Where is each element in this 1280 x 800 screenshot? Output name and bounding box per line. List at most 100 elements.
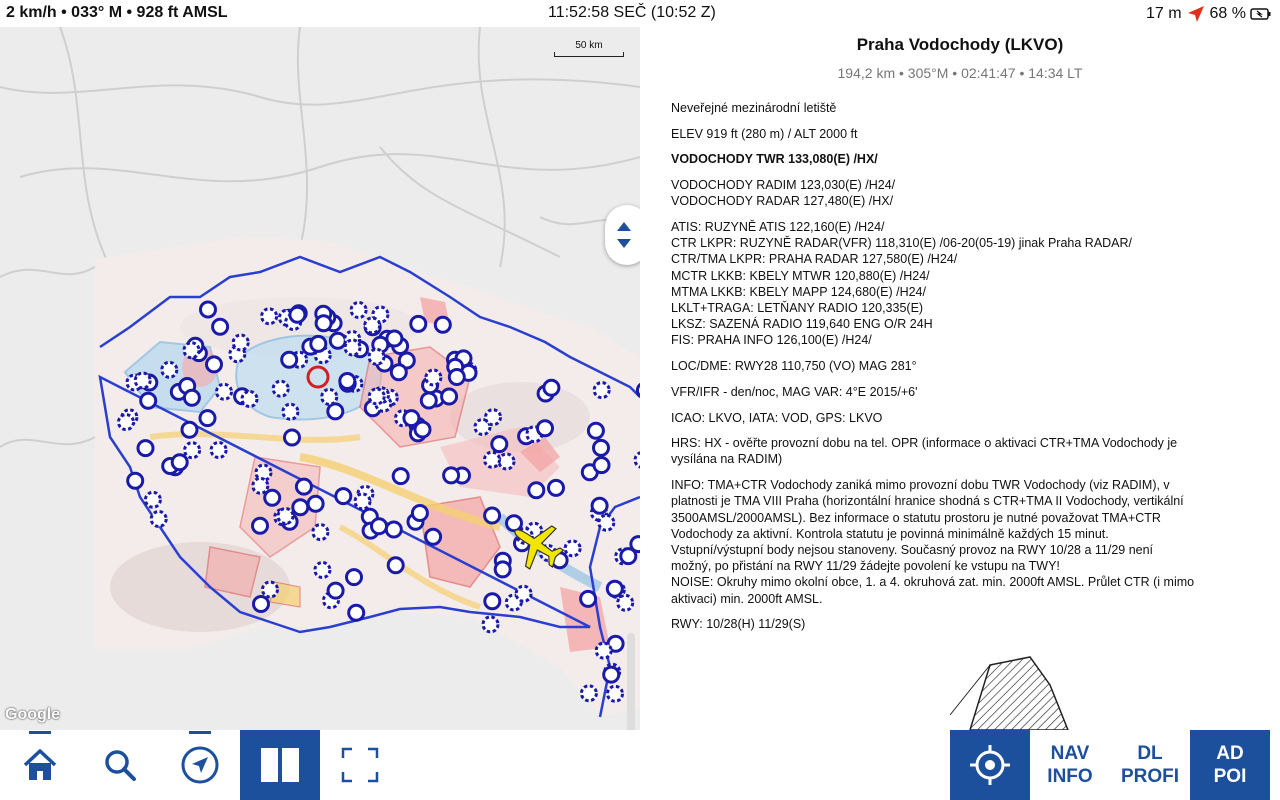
fullscreen-button[interactable] xyxy=(320,730,400,800)
poi-marker[interactable] xyxy=(590,496,609,515)
poi-marker[interactable] xyxy=(182,341,201,360)
poi-marker[interactable] xyxy=(328,331,347,350)
nav-info-button[interactable]: NAV INFO xyxy=(1030,730,1110,800)
poi-marker[interactable] xyxy=(481,615,500,634)
poi-marker[interactable] xyxy=(117,413,135,432)
poi-marker[interactable] xyxy=(326,581,345,600)
poi-marker[interactable] xyxy=(271,379,290,398)
poi-marker[interactable] xyxy=(606,684,624,703)
poi-marker[interactable] xyxy=(490,435,509,454)
poi-marker[interactable] xyxy=(283,428,301,447)
poi-marker[interactable] xyxy=(139,391,158,410)
poi-marker[interactable] xyxy=(547,478,565,497)
poi-marker[interactable] xyxy=(605,579,624,598)
poi-marker[interactable] xyxy=(447,368,466,386)
poi-marker[interactable] xyxy=(592,381,611,400)
poi-marker[interactable] xyxy=(602,665,621,684)
poi-marker[interactable] xyxy=(363,316,382,335)
poi-marker[interactable] xyxy=(386,556,405,575)
map-scrollbar[interactable] xyxy=(627,633,635,730)
poi-marker[interactable] xyxy=(326,402,345,421)
poi-marker[interactable] xyxy=(389,363,408,382)
toggle-panel-button[interactable] xyxy=(605,205,640,265)
poi-marker[interactable] xyxy=(294,477,313,496)
poi-marker[interactable] xyxy=(514,584,533,603)
map-view[interactable]: 50 km Google xyxy=(0,27,640,730)
poi-marker[interactable] xyxy=(579,589,598,608)
poi-marker[interactable] xyxy=(334,487,353,506)
poi-marker[interactable] xyxy=(170,453,189,472)
poi-marker[interactable] xyxy=(384,520,403,539)
dl-profi-button[interactable]: DL PROFI xyxy=(1110,730,1190,800)
poi-marker[interactable] xyxy=(252,595,270,613)
poi-marker[interactable] xyxy=(483,592,502,611)
poi-marker[interactable] xyxy=(592,438,610,457)
poi-marker[interactable] xyxy=(280,350,299,369)
poi-marker[interactable] xyxy=(183,441,202,460)
poi-marker[interactable] xyxy=(442,466,461,485)
home-button[interactable] xyxy=(0,730,80,800)
poi-marker[interactable] xyxy=(410,504,429,522)
poi-marker[interactable] xyxy=(349,301,368,319)
poi-marker[interactable] xyxy=(309,334,328,353)
poi-marker[interactable] xyxy=(260,307,279,326)
poi-marker[interactable] xyxy=(126,471,145,490)
poi-marker[interactable] xyxy=(320,387,339,406)
poi-marker[interactable] xyxy=(367,347,386,366)
poi-marker[interactable] xyxy=(536,419,554,438)
poi-marker[interactable] xyxy=(288,305,307,324)
poi-marker[interactable] xyxy=(586,421,605,440)
poi-marker[interactable] xyxy=(483,506,502,525)
poi-marker[interactable] xyxy=(592,456,611,475)
poi-marker[interactable] xyxy=(231,333,250,352)
poi-marker[interactable] xyxy=(579,684,598,703)
poi-marker[interactable] xyxy=(440,387,459,406)
poi-marker[interactable] xyxy=(306,494,325,513)
poi-marker[interactable] xyxy=(433,315,452,334)
poi-marker[interactable] xyxy=(424,527,443,546)
poi-marker[interactable] xyxy=(160,360,179,379)
poi-marker[interactable] xyxy=(180,420,199,439)
poi-marker[interactable] xyxy=(311,523,330,542)
center-position-button[interactable] xyxy=(950,730,1030,800)
poi-marker[interactable] xyxy=(542,378,561,397)
airport-diagram-thumbnail[interactable] xyxy=(950,655,1070,730)
poi-marker[interactable] xyxy=(343,338,362,357)
poi-marker[interactable] xyxy=(419,391,438,410)
poi-marker[interactable] xyxy=(314,314,333,333)
poi-marker[interactable] xyxy=(276,507,295,525)
poi-marker[interactable] xyxy=(563,539,582,558)
poi-marker[interactable] xyxy=(133,371,152,390)
search-button[interactable] xyxy=(80,730,160,800)
poi-marker[interactable] xyxy=(345,568,363,587)
poi-marker[interactable] xyxy=(149,510,168,528)
poi-marker[interactable] xyxy=(367,387,386,406)
poi-marker[interactable] xyxy=(424,368,443,387)
poi-marker[interactable] xyxy=(347,603,366,622)
poi-marker[interactable] xyxy=(291,498,310,517)
poi-marker[interactable] xyxy=(240,390,259,408)
poi-marker[interactable] xyxy=(182,388,201,407)
poi-marker[interactable] xyxy=(497,452,516,471)
poi-marker[interactable] xyxy=(209,441,228,459)
poi-marker[interactable] xyxy=(391,467,410,486)
poi-marker[interactable] xyxy=(251,516,269,535)
poi-marker[interactable] xyxy=(313,561,332,579)
poi-marker[interactable] xyxy=(198,409,217,428)
poi-marker[interactable] xyxy=(483,450,501,469)
poi-marker[interactable] xyxy=(261,580,279,599)
split-view-button[interactable] xyxy=(240,730,320,800)
poi-marker[interactable] xyxy=(211,317,230,336)
poi-marker[interactable] xyxy=(493,560,512,579)
navigation-button[interactable] xyxy=(160,730,240,800)
poi-marker[interactable] xyxy=(594,641,613,660)
poi-marker[interactable] xyxy=(205,355,223,374)
poi-marker[interactable] xyxy=(413,420,432,439)
poi-marker[interactable] xyxy=(597,513,616,532)
poi-marker[interactable] xyxy=(215,382,233,401)
poi-marker[interactable] xyxy=(199,300,217,319)
poi-marker[interactable] xyxy=(281,402,300,421)
poi-marker[interactable] xyxy=(370,517,388,536)
poi-marker[interactable] xyxy=(505,514,523,533)
poi-marker[interactable] xyxy=(409,314,428,333)
